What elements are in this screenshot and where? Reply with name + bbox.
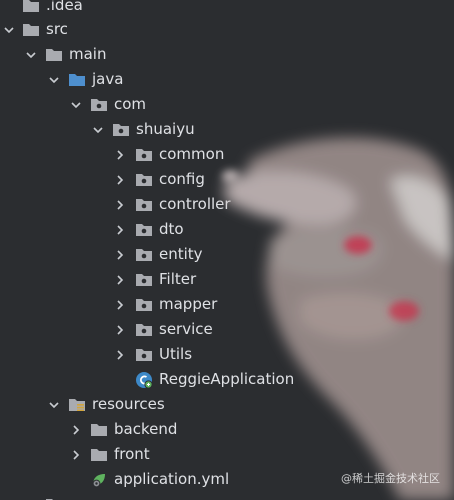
package-icon: [135, 221, 153, 238]
tree-node-resources[interactable]: resources: [0, 392, 454, 417]
tree-node-package[interactable]: Utils: [0, 342, 454, 367]
tree-node-com[interactable]: com: [0, 92, 454, 117]
chevron-down-icon[interactable]: [47, 67, 61, 92]
chevron-right-icon[interactable]: [69, 442, 83, 467]
tree-node-label: dto: [159, 220, 184, 238]
chevron-right-icon[interactable]: [113, 142, 127, 167]
spring-boot-class-icon: [135, 371, 153, 389]
package-icon: [112, 121, 130, 138]
project-tree: .idea src main java com shuaiyu common c…: [0, 0, 454, 500]
tree-node-front[interactable]: front: [0, 442, 454, 467]
folder-icon: [45, 496, 63, 500]
tree-node-label: application.yml: [114, 470, 230, 488]
spring-config-icon: [90, 471, 108, 488]
source-root-folder-icon: [68, 71, 86, 88]
tree-node-label: java: [92, 70, 124, 88]
tree-node-label: service: [159, 320, 213, 338]
chevron-right-icon: [24, 492, 38, 500]
chevron-down-icon[interactable]: [91, 117, 105, 142]
tree-node-label: controller: [159, 195, 231, 213]
chevron-down-icon[interactable]: [24, 42, 38, 67]
tree-node-package[interactable]: config: [0, 167, 454, 192]
tree-node-package[interactable]: dto: [0, 217, 454, 242]
tree-node-partial: [0, 492, 454, 500]
tree-node-reggie-application[interactable]: ReggieApplication: [0, 367, 454, 392]
tree-node-src[interactable]: src: [0, 17, 454, 42]
tree-node-label: config: [159, 170, 205, 188]
package-icon: [135, 146, 153, 163]
chevron-right-icon[interactable]: [113, 167, 127, 192]
resources-folder-icon: [68, 396, 86, 413]
tree-node-package[interactable]: service: [0, 317, 454, 342]
tree-node-label: mapper: [159, 295, 218, 313]
tree-node-package[interactable]: entity: [0, 242, 454, 267]
tree-node-main[interactable]: main: [0, 42, 454, 67]
chevron-right-icon[interactable]: [113, 192, 127, 217]
tree-node-label: src: [46, 20, 68, 38]
tree-node-label: com: [114, 95, 147, 113]
tree-node-label: Filter: [159, 270, 197, 288]
tree-node-shuaiyu[interactable]: shuaiyu: [0, 117, 454, 142]
chevron-right-icon[interactable]: [69, 417, 83, 442]
tree-node-label: resources: [92, 395, 165, 413]
package-icon: [135, 196, 153, 213]
chevron-right-icon[interactable]: [113, 242, 127, 267]
tree-node-label: ReggieApplication: [159, 370, 295, 388]
tree-node-label: backend: [114, 420, 178, 438]
tree-node-label: .idea: [46, 0, 83, 14]
package-icon: [135, 271, 153, 288]
tree-node-idea[interactable]: .idea: [0, 0, 454, 18]
tree-node-label: Utils: [159, 345, 193, 363]
tree-node-backend[interactable]: backend: [0, 417, 454, 442]
tree-node-label: common: [159, 145, 225, 163]
package-icon: [135, 246, 153, 263]
tree-node-label: main: [69, 45, 107, 63]
folder-icon: [22, 0, 40, 14]
folder-icon: [45, 46, 63, 63]
chevron-down-icon[interactable]: [69, 92, 83, 117]
folder-icon: [90, 421, 108, 438]
tree-node-label: front: [114, 445, 150, 463]
tree-node-label: entity: [159, 245, 203, 263]
chevron-right-icon[interactable]: [113, 292, 127, 317]
tree-node-label: shuaiyu: [136, 120, 195, 138]
tree-node-package[interactable]: mapper: [0, 292, 454, 317]
chevron-right-icon[interactable]: [113, 267, 127, 292]
package-icon: [135, 296, 153, 313]
chevron-down-icon[interactable]: [2, 17, 16, 42]
chevron-right-icon[interactable]: [113, 317, 127, 342]
package-icon: [135, 171, 153, 188]
folder-icon: [22, 21, 40, 38]
folder-icon: [90, 446, 108, 463]
tree-node-package[interactable]: controller: [0, 192, 454, 217]
chevron-right-icon[interactable]: [113, 217, 127, 242]
package-icon: [135, 321, 153, 338]
chevron-down-icon[interactable]: [47, 392, 61, 417]
tree-node-java[interactable]: java: [0, 67, 454, 92]
watermark-text: @稀土掘金技术社区: [341, 472, 440, 485]
tree-node-package[interactable]: Filter: [0, 267, 454, 292]
tree-node-package[interactable]: common: [0, 142, 454, 167]
package-icon: [90, 96, 108, 113]
chevron-right-icon[interactable]: [113, 342, 127, 367]
package-icon: [135, 346, 153, 363]
